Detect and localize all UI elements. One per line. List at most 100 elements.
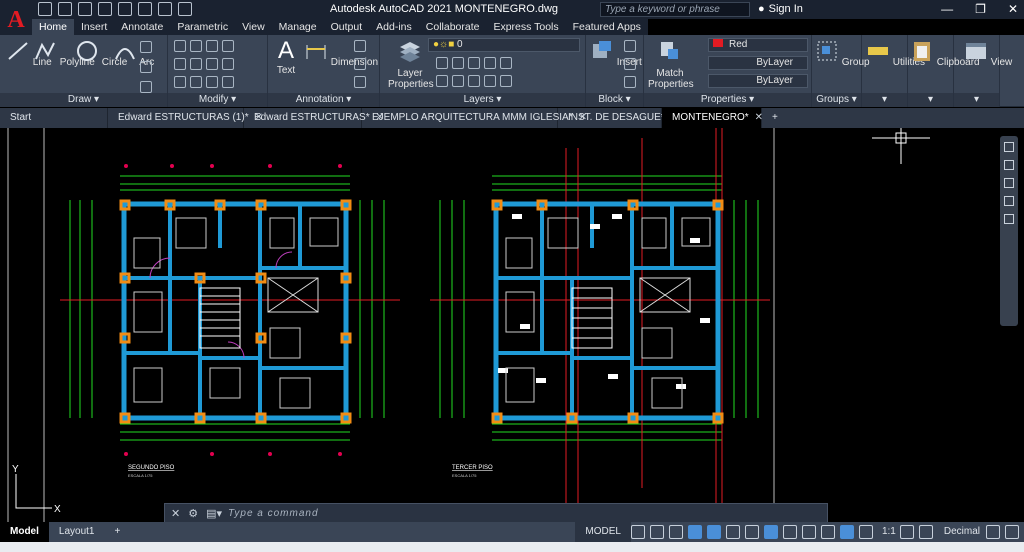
tab-view[interactable]: View <box>235 19 272 35</box>
layers-panel-title[interactable]: Layers ▾ <box>380 93 585 107</box>
share-icon[interactable] <box>178 2 192 16</box>
new-icon[interactable] <box>38 2 52 16</box>
tab-home[interactable]: Home <box>32 19 75 35</box>
view-button[interactable]: View <box>964 39 1012 68</box>
layer-freeze-icon[interactable] <box>468 57 480 69</box>
table-icon[interactable] <box>354 76 366 88</box>
close-icon[interactable]: ✕ <box>1008 2 1018 16</box>
erase-icon[interactable] <box>222 40 234 52</box>
layer-dropdown[interactable]: ●☼■ 0 <box>428 38 580 52</box>
customize-menu-icon[interactable] <box>1005 525 1019 539</box>
units-dropdown[interactable]: Decimal <box>938 522 986 542</box>
tab-layout1[interactable]: Layout1 <box>49 522 105 542</box>
orbit-icon[interactable] <box>1004 196 1014 206</box>
grid-icon[interactable] <box>630 525 645 539</box>
offset-icon[interactable] <box>222 76 234 88</box>
ortho-icon[interactable] <box>687 525 702 539</box>
customize-command-icon[interactable]: ⚙ <box>188 507 198 520</box>
tab-doc-2[interactable]: Edward ESTRUCTURAS* ✕ <box>244 108 384 128</box>
workspace-gear-icon[interactable] <box>899 525 914 539</box>
add-layout-button[interactable]: + <box>104 522 130 542</box>
minimize-icon[interactable]: — <box>941 2 953 16</box>
undo-icon[interactable] <box>138 2 152 16</box>
infer-icon[interactable] <box>668 525 683 539</box>
maximize-icon[interactable]: ❐ <box>975 2 986 16</box>
tab-manage[interactable]: Manage <box>272 19 324 35</box>
draw-panel-title[interactable]: Draw ▾ <box>0 93 167 107</box>
utilities-expand[interactable]: ▾ <box>862 93 907 107</box>
view-expand[interactable]: ▾ <box>954 93 999 107</box>
layer-match-icon[interactable] <box>436 75 448 87</box>
layer-off-icon[interactable] <box>436 57 448 69</box>
clipboard-expand[interactable]: ▾ <box>908 93 953 107</box>
zoom-icon[interactable] <box>1004 178 1014 188</box>
tab-doc-1[interactable]: Edward ESTRUCTURAS (1)* ✕ <box>108 108 263 128</box>
lineweight-dropdown[interactable]: ByLayer <box>708 74 808 88</box>
redo-icon[interactable] <box>158 2 172 16</box>
tab-output[interactable]: Output <box>324 19 370 35</box>
rectangle-icon[interactable] <box>140 41 152 53</box>
ellipse-icon[interactable] <box>140 81 152 93</box>
recent-commands-icon[interactable]: ▤▾ <box>206 507 222 520</box>
explode-icon[interactable] <box>222 58 234 70</box>
tab-start[interactable]: Start <box>0 108 108 128</box>
search-input[interactable]: Type a keyword or phrase <box>600 2 750 17</box>
tab-add-ins[interactable]: Add-ins <box>369 19 419 35</box>
tab-doc-3[interactable]: EJEMPLO ARQUITECTURA MMM IGLESIA* ✕ <box>362 108 587 128</box>
copy-icon[interactable] <box>174 58 186 70</box>
navigation-bar[interactable] <box>1000 136 1018 326</box>
stretch-icon[interactable] <box>174 76 186 88</box>
plot-icon[interactable] <box>118 2 132 16</box>
layer-thaw-icon[interactable] <box>468 75 480 87</box>
open-icon[interactable] <box>58 2 72 16</box>
object-snap-icon[interactable] <box>763 525 778 539</box>
save-icon[interactable] <box>78 2 92 16</box>
properties-panel-title[interactable]: Properties ▾ <box>644 93 811 107</box>
layer-walk-icon[interactable] <box>500 75 512 87</box>
model-space-toggle[interactable]: MODEL <box>575 522 631 542</box>
selection-cycling-icon[interactable] <box>820 525 835 539</box>
steering-wheel-icon[interactable] <box>1004 142 1014 152</box>
leader-icon[interactable] <box>354 58 366 70</box>
color-dropdown[interactable]: Red <box>708 38 808 52</box>
command-input[interactable]: Type a command <box>228 508 319 519</box>
object-snap-tracking-icon[interactable] <box>744 525 759 539</box>
rotate-icon[interactable] <box>190 40 202 52</box>
layer-isolate-icon[interactable] <box>452 57 464 69</box>
linear-dim-icon[interactable] <box>354 40 366 52</box>
pan-icon[interactable] <box>1004 160 1014 170</box>
tab-collaborate[interactable]: Collaborate <box>419 19 487 35</box>
isodraft-icon[interactable] <box>725 525 740 539</box>
match-properties-button[interactable]: Match Properties <box>648 39 694 90</box>
showmotion-icon[interactable] <box>1004 214 1014 224</box>
tab-doc-active[interactable]: MONTENEGRO* ✕ <box>662 108 763 128</box>
mirror-icon[interactable] <box>190 58 202 70</box>
tab-insert[interactable]: Insert <box>74 19 114 35</box>
layer-unisolate-icon[interactable] <box>452 75 464 87</box>
annotation-panel-title[interactable]: Annotation ▾ <box>268 93 379 107</box>
tab-featured-apps[interactable]: Featured Apps <box>566 19 648 35</box>
save-as-icon[interactable] <box>98 2 112 16</box>
block-panel-title[interactable]: Block ▾ <box>586 93 643 107</box>
trim-icon[interactable] <box>206 40 218 52</box>
tab-annotate[interactable]: Annotate <box>114 19 170 35</box>
move-icon[interactable] <box>174 40 186 52</box>
attribute-icon[interactable] <box>624 76 636 88</box>
tab-parametric[interactable]: Parametric <box>170 19 235 35</box>
new-tab-button[interactable]: + <box>762 108 786 128</box>
quick-properties-icon[interactable] <box>986 525 1000 539</box>
annotation-visibility-icon[interactable] <box>839 525 854 539</box>
snap-icon[interactable] <box>649 525 664 539</box>
lineweight-icon[interactable] <box>782 525 797 539</box>
array-icon[interactable] <box>206 76 218 88</box>
layer-properties-button[interactable]: Layer Properties <box>388 39 434 90</box>
groups-panel-title[interactable]: Groups ▾ <box>812 93 861 107</box>
edit-block-icon[interactable] <box>624 58 636 70</box>
transparency-icon[interactable] <box>801 525 816 539</box>
scale-icon[interactable] <box>190 76 202 88</box>
tab-model[interactable]: Model <box>0 522 49 542</box>
dimension-button[interactable]: Dimension <box>304 39 378 68</box>
text-button[interactable]: A Text <box>274 39 298 77</box>
modify-panel-title[interactable]: Modify ▾ <box>168 93 267 107</box>
autocad-logo-icon[interactable]: A <box>0 0 32 40</box>
